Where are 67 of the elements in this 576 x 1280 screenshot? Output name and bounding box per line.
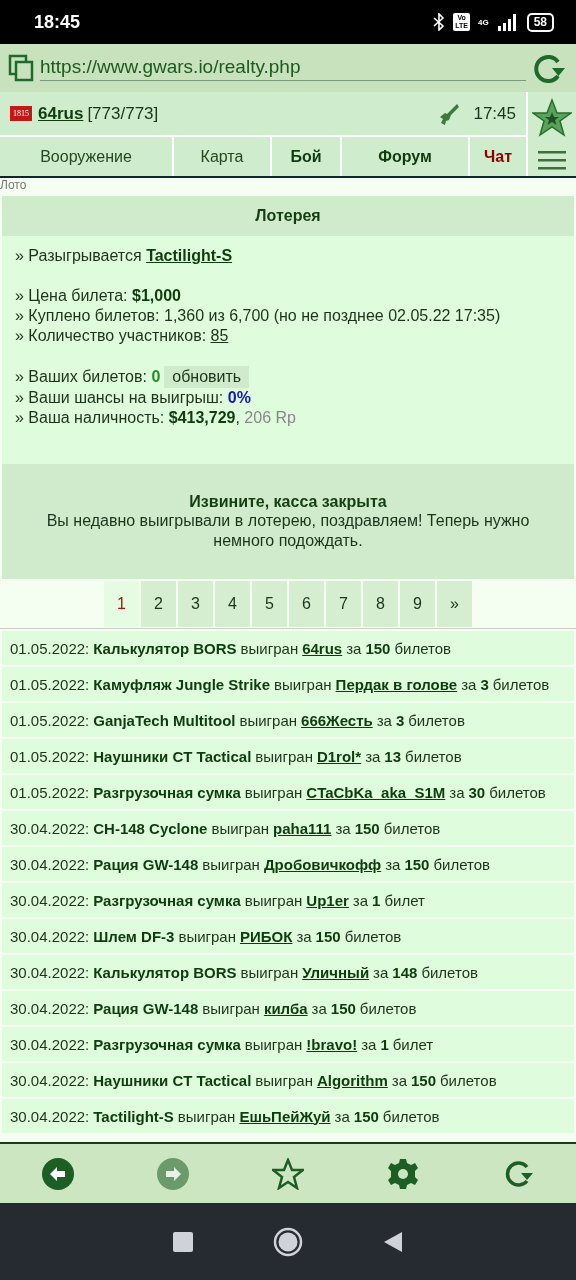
winner-link[interactable]: Up1er [306,891,349,909]
back-icon[interactable] [383,1230,403,1253]
server-time: 17:45 [473,103,516,124]
winner-record: 30.04.2022: Рация GW-148 выигран Дробовичкофф за 150 билетов [2,847,574,881]
info-line: » Ваших билетов: 0 [15,367,161,387]
clan-badge: 1815 [10,106,32,121]
bluetooth-icon [433,13,446,31]
page-link[interactable]: 8 [363,581,398,627]
winner-link[interactable]: Уличный [302,963,370,981]
network-type: 4G [477,17,489,27]
winner-record: 30.04.2022: Наушники CT Tactical выигран Algorithm за 150 билетов [2,1063,574,1097]
winner-link[interactable]: !bravo! [306,1035,358,1053]
info-line: » Куплено билетов: 1,360 из 6,700 (но не позднее 02.05.22 17:35) [15,306,502,326]
winner-link[interactable]: Algorithm [316,1071,388,1089]
page-link[interactable]: » [437,581,472,627]
info-line: » Разыгрывается Tactilight-S [15,246,234,266]
winner-link[interactable]: Дробовичкофф [263,855,382,873]
info-line: » Количество участников: 85 [15,326,230,346]
winner-record: 01.05.2022: Разгрузочная сумка выигран CTaCbKa_aka_S1M за 30 билетов [2,775,574,809]
winner-link[interactable]: 666Жесть [301,711,373,729]
winner-record: 01.05.2022: GanjaTech Multitool выигран 666Жесть за 3 билетов [2,703,574,737]
winner-link[interactable]: килба [263,999,308,1017]
winner-link[interactable]: D1rol* [316,747,362,765]
winner-record: 01.05.2022: Камуфляж Jungle Strike выигран Пердак в голове за 3 билетов [2,667,574,701]
winner-link[interactable]: CTaCbKa_aka_S1M [306,783,446,801]
notice-text: Вы недавно выигрывали в лотерею, поздравляем! Теперь нужно немного подождать. [45,510,531,551]
tabs-icon[interactable] [8,54,34,82]
winner-link[interactable]: paha111 [273,819,332,837]
refresh-button[interactable]: обновить [164,366,250,388]
menu-icon[interactable] [538,150,566,170]
winner-record: 30.04.2022: CH-148 Cyclone выигран paha111 за 150 билетов [2,811,574,845]
winner-record: 01.05.2022: Наушники CT Tactical выигран D1rol* за 13 билетов [2,739,574,773]
user-link[interactable]: 64rus [38,103,84,124]
winner-link[interactable]: Пердак в голове [335,675,458,693]
recents-icon[interactable] [173,1231,193,1252]
page-link[interactable]: 4 [215,581,250,627]
info-line: » Цена билета: $1,000 [15,286,182,306]
info-line: » Ваши шансы на выигрыш: 0% [15,388,252,408]
winner-link[interactable]: ЕшьПейЖуй [239,1107,331,1125]
winner-record: 30.04.2022: Шлем DF-3 выигран РИБОК за 150 билетов [2,919,574,953]
reload-icon[interactable] [532,52,566,84]
status-time: 18:45 [34,11,81,33]
panel-title: Лотерея [2,196,574,236]
winner-record: 01.05.2022: Калькулятор BORS выигран 64rus за 150 билетов [2,631,574,665]
battery-level: 58 [526,12,554,32]
page-link[interactable]: 2 [141,581,176,627]
page-link[interactable]: 6 [289,581,324,627]
page-link[interactable]: 5 [252,581,287,627]
page-link[interactable]: 7 [326,581,361,627]
count-link[interactable]: 85 [210,327,229,344]
home-icon[interactable] [273,1226,303,1257]
page-link[interactable]: 9 [400,581,435,627]
signal-icon [496,13,519,31]
health-reading: [773/773] [87,103,159,124]
winner-record: 30.04.2022: Разгрузочная сумка выигран !bravo! за 1 билет [2,1027,574,1061]
item-link[interactable]: Tactilight-S [146,247,233,264]
page-link[interactable]: 3 [178,581,213,627]
winner-record: 30.04.2022: Рация GW-148 выигран килба за 150 билетов [2,991,574,1025]
winner-record: 30.04.2022: Tactilight-S выигран ЕшьПейЖуй за 150 билетов [2,1099,574,1133]
star-icon[interactable] [532,98,572,138]
info-line: » Ваша наличность: $413,729, 206 Rp [15,408,297,428]
winner-link[interactable]: РИБОК [240,927,293,945]
winner-record: 30.04.2022: Калькулятор BORS выигран Уличный за 148 билетов [2,955,574,989]
winner-link[interactable]: 64rus [302,639,343,657]
winner-record: 30.04.2022: Разгрузочная сумка выигран Up1er за 1 билет [2,883,574,917]
page-link[interactable]: 1 [104,581,139,627]
notice-title: Извините, касса закрыта [189,492,387,511]
